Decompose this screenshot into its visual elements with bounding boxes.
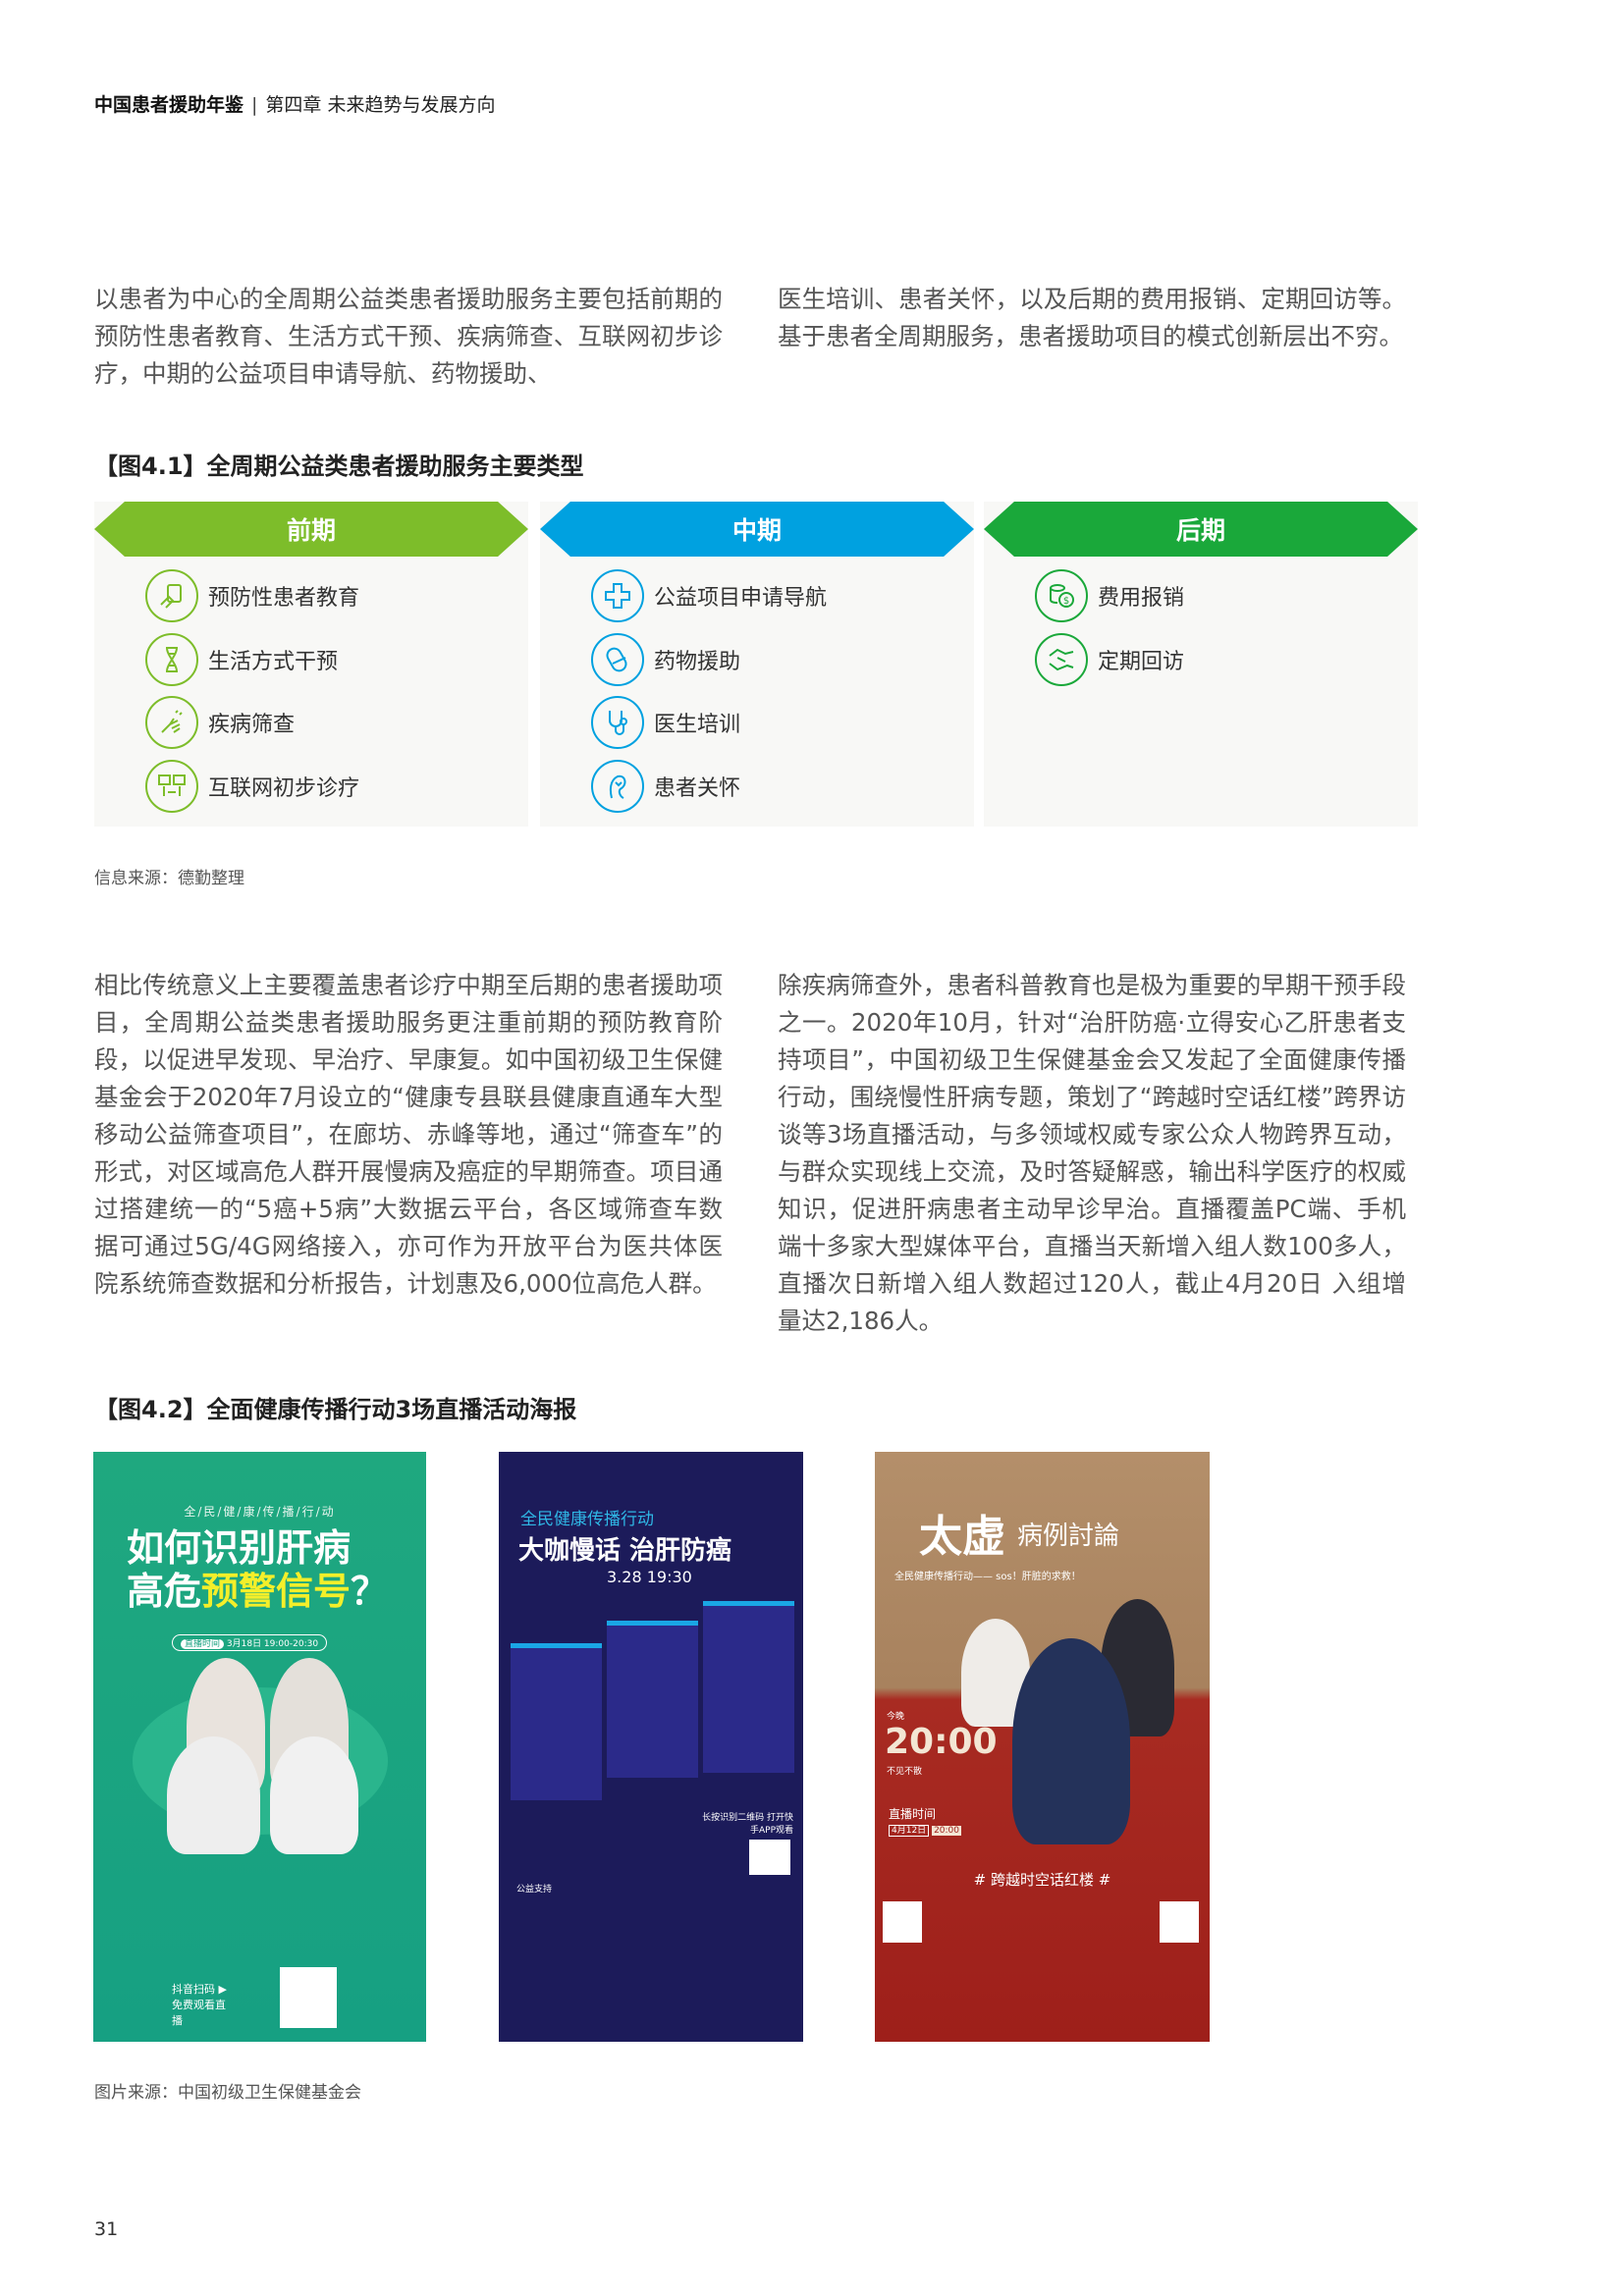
service-item: 医生培训	[591, 695, 740, 750]
svg-text:$: $	[1063, 596, 1069, 607]
poster-liver-warning-signs: 全/民/健/康/传/播/行/动 如何识别肝病 高危预警信号？ 直播时间 3月18…	[93, 1452, 426, 2042]
education-hand-icon	[145, 569, 198, 622]
phase-column-2: 中期公益项目申请导航 药物援助医生培训患者关怀	[540, 502, 974, 827]
figure-4-2-source: 图片来源：中国初级卫生保健基金会	[94, 2083, 361, 2103]
poster-title-part: ？	[351, 1570, 389, 1613]
poster-cta: 抖音扫码 ▶ 免费观看直播	[172, 1983, 227, 2027]
poster-cta: 长按识别二维码 打开快手APP观看	[702, 1813, 793, 1836]
service-item-label: 费用报销	[1098, 586, 1185, 611]
poster-time: 20:00	[885, 1722, 998, 1762]
stethoscope-icon	[591, 696, 644, 749]
poster-tagline: 不见不散	[887, 1767, 923, 1777]
patient-care-icon	[591, 759, 644, 813]
poster-title: 病例討論	[1017, 1522, 1120, 1551]
service-item-label: 互联网初步诊疗	[208, 775, 360, 801]
coins-icon: $	[1035, 569, 1088, 622]
phase-column-1: 前期预防性患者教育 生活方式干预 疾病筛查互联网初步诊疗	[94, 502, 528, 827]
poster-time: 3.28 19:30	[607, 1568, 692, 1586]
service-item-label: 药物援助	[654, 649, 741, 674]
service-item: 公益项目申请导航	[591, 568, 827, 623]
poster-date-time: 20:00	[932, 1826, 961, 1836]
header-separator: |	[251, 94, 258, 116]
poster-time: 3月18日 19:00-20:30	[226, 1639, 319, 1649]
phase-column-3: 后期 $ 费用报销定期回访	[984, 502, 1418, 827]
poster-date-value: 4月12日	[889, 1825, 930, 1837]
doctor-photo	[167, 1736, 260, 1854]
service-item: 疾病筛查	[145, 695, 295, 750]
service-item-label: 生活方式干预	[208, 649, 339, 674]
speaker-photo	[703, 1601, 794, 1773]
service-item-label: 疾病筛查	[208, 713, 296, 737]
qr-code	[1160, 1901, 1199, 1943]
poster-tonight: 今晚	[887, 1712, 905, 1722]
service-item: 定期回访	[1035, 632, 1184, 687]
service-item: 互联网初步诊疗	[145, 759, 359, 814]
poster-red-mansion: 太虚 病例討論 全民健康传播行动—— sos！肝脏的求救！ 今晚 20:00 不…	[875, 1452, 1210, 2042]
service-item-label: 定期回访	[1098, 649, 1185, 674]
poster-title-highlight: 预警信号	[201, 1570, 352, 1613]
pill-icon	[591, 632, 644, 686]
dna-icon	[145, 632, 198, 686]
qr-code	[883, 1901, 922, 1943]
poster-title-calligraphy: 太虚	[919, 1512, 1005, 1562]
speaker-photo	[1012, 1638, 1130, 1844]
speaker-photo	[511, 1643, 602, 1800]
speaker-photo	[607, 1621, 698, 1778]
figure-4-1-source: 信息来源：德勤整理	[94, 869, 244, 888]
poster-title: 如何识别肝病 高危预警信号？	[127, 1526, 388, 1613]
poster-subtitle: 全/民/健/康/传/播/行/动	[184, 1505, 336, 1519]
poster-title-part: 高危	[127, 1570, 202, 1613]
online-consult-icon	[145, 759, 198, 813]
book-title: 中国患者援助年鉴	[94, 94, 244, 116]
service-item: 预防性患者教育	[145, 568, 359, 623]
poster-date-label: 直播时间	[889, 1807, 937, 1821]
doctor-photo	[270, 1736, 358, 1854]
service-item-label: 医生培训	[654, 713, 741, 737]
phase-banner: 前期	[94, 502, 528, 557]
qr-code	[749, 1840, 790, 1875]
page-number: 31	[94, 2218, 119, 2240]
service-item: 药物援助	[591, 632, 740, 687]
phase-banner: 中期	[540, 502, 974, 557]
poster-title-line1: 如何识别肝病	[127, 1526, 352, 1570]
intro-right-column: 医生培训、患者关怀，以及后期的费用报销、定期回访等。基于患者全周期服务，患者援助…	[778, 285, 1406, 350]
medical-cross-icon	[591, 569, 644, 622]
handshake-icon	[1035, 632, 1088, 686]
poster-expert-talk: 全民健康传播行动 大咖慢话 治肝防癌 3.28 19:30 长按识别二维码 打开…	[499, 1452, 803, 2042]
body-right-column: 除疾病筛查外，患者科普教育也是极为重要的早期干预手段之一。2020年10月，针对…	[778, 971, 1406, 1335]
service-item-label: 患者关怀	[654, 775, 741, 801]
qr-code	[280, 1967, 337, 2028]
service-item-label: 公益项目申请导航	[654, 586, 828, 611]
screening-hand-icon	[145, 696, 198, 749]
poster-date: 4月12日 20:00	[889, 1823, 961, 1837]
service-item: 患者关怀	[591, 759, 740, 814]
running-header: 中国患者援助年鉴 | 第四章 未来趋势与发展方向	[94, 90, 495, 117]
poster-hashtag: # 跨越时空话红楼 #	[973, 1871, 1111, 1889]
poster-support-label: 公益支持	[516, 1885, 553, 1895]
poster-title: 大咖慢话 治肝防癌	[518, 1536, 732, 1566]
service-item: $ 费用报销	[1035, 568, 1184, 623]
poster-time-pill: 直播时间 3月18日 19:00-20:30	[172, 1634, 328, 1651]
service-item-label: 预防性患者教育	[208, 586, 360, 611]
figure-4-2-title: 【图4.2】全面健康传播行动3场直播活动海报	[94, 1396, 577, 1423]
service-item: 生活方式干预	[145, 632, 338, 687]
phase-banner: 后期	[984, 502, 1418, 557]
poster-time-label: 直播时间	[181, 1639, 225, 1649]
chapter-title: 第四章 未来趋势与发展方向	[265, 94, 496, 116]
body-left-column: 相比传统意义上主要覆盖患者诊疗中期至后期的患者援助项目，全周期公益类患者援助服务…	[94, 971, 723, 1298]
poster-subtitle: 全民健康传播行动	[520, 1510, 654, 1529]
figure-4-1-title: 【图4.1】全周期公益类患者援助服务主要类型	[94, 453, 584, 480]
poster-subtitle: 全民健康传播行动—— sos！肝脏的求救！	[894, 1572, 1081, 1582]
intro-left-column: 以患者为中心的全周期公益类患者援助服务主要包括前期的预防性患者教育、生活方式干预…	[94, 285, 723, 388]
